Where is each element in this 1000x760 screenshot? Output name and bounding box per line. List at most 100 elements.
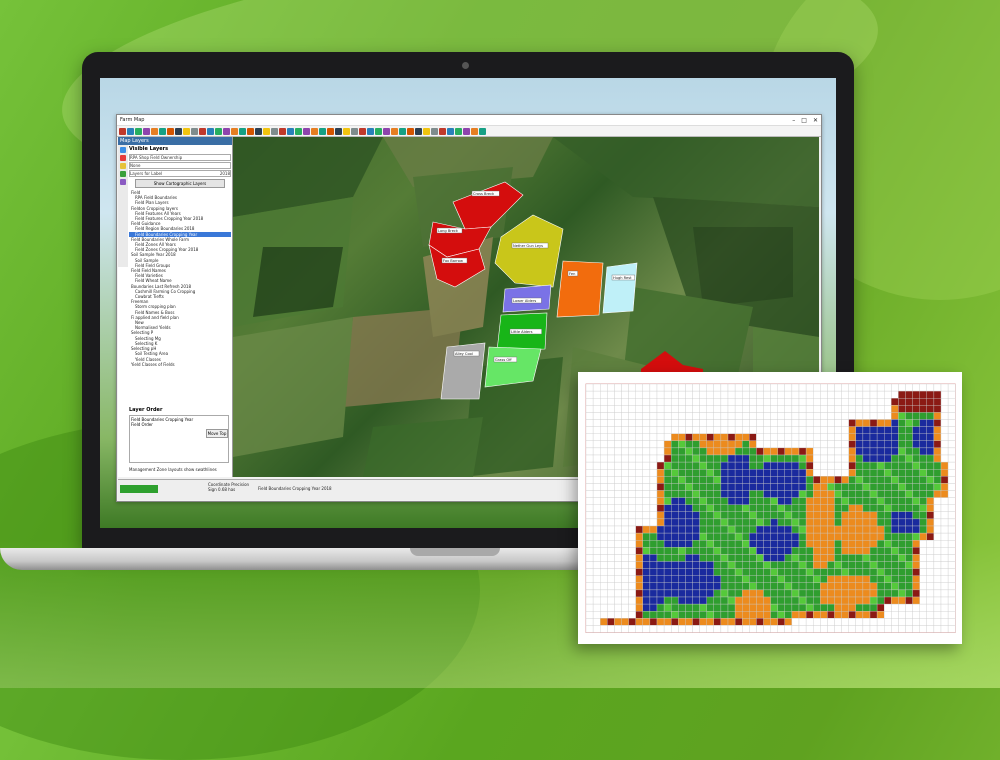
grid-cell — [912, 611, 920, 619]
grid-cell — [848, 554, 856, 562]
toolbar-tool-icon[interactable] — [319, 127, 326, 135]
grid-cell — [727, 589, 736, 598]
toolbar-tool-icon[interactable] — [311, 127, 318, 135]
toolbar-tool-icon[interactable] — [407, 127, 414, 135]
grid-cell — [947, 447, 956, 456]
toolbar-tool-icon[interactable] — [191, 127, 198, 135]
toolbar-tool-icon[interactable] — [183, 127, 190, 135]
toolbar-tool-icon[interactable] — [231, 127, 238, 135]
toolbar-tool-icon[interactable] — [159, 127, 166, 135]
toolbar-tool-icon[interactable] — [423, 127, 430, 135]
show-cartographic-layers-button[interactable]: Show Cartographic Layers — [135, 179, 225, 188]
layer-tree: Field RPA Field Boundaries Field Plan Laye… — [129, 190, 231, 367]
grid-cell — [813, 561, 821, 569]
move-top-button[interactable]: Move Top — [206, 429, 228, 438]
grid-cell — [933, 433, 942, 441]
grid-cell — [947, 440, 956, 449]
toolbar-tool-icon[interactable] — [167, 127, 174, 135]
settings-icon[interactable] — [120, 179, 126, 185]
grid-cell — [848, 603, 856, 612]
toolbar-tool-icon[interactable] — [463, 127, 470, 135]
toolbar-tool-icon[interactable] — [239, 127, 246, 135]
grid-cell — [592, 454, 601, 463]
grid-cell — [827, 461, 835, 470]
toolbar-tool-icon[interactable] — [143, 127, 150, 135]
toolbar-tool-icon[interactable] — [359, 127, 366, 135]
grid-cell — [891, 625, 899, 633]
toolbar-tool-icon[interactable] — [279, 127, 286, 135]
none-checkbox[interactable]: None — [129, 162, 231, 169]
toolbar-tool-icon[interactable] — [455, 127, 462, 135]
toolbar-tool-icon[interactable] — [431, 127, 438, 135]
field-polygon[interactable] — [602, 262, 638, 314]
toolbar-tool-icon[interactable] — [447, 127, 454, 135]
map-icon[interactable] — [120, 171, 126, 177]
toolbar-tool-icon[interactable] — [343, 127, 350, 135]
grid-cell — [841, 525, 849, 534]
toolbar-tool-icon[interactable] — [151, 127, 158, 135]
toolbar-tool-icon[interactable] — [383, 127, 390, 135]
toolbar-tool-icon[interactable] — [215, 127, 222, 135]
grid-cell — [947, 561, 956, 569]
toolbar-tool-icon[interactable] — [399, 127, 406, 135]
layer-order-list[interactable]: Field Boundaries Cropping Year Field Ord… — [129, 415, 229, 463]
grid-cell — [692, 490, 700, 498]
toolbar-tool-icon[interactable] — [175, 127, 182, 135]
toolbar-tool-icon[interactable] — [471, 127, 478, 135]
layer-selector[interactable]: RPA Shop Field Ownership — [129, 154, 231, 161]
toolbar-tool-icon[interactable] — [327, 127, 334, 135]
layer-tree-item[interactable]: Yield Classes of Fields — [129, 362, 231, 367]
toolbar-tool-icon[interactable] — [391, 127, 398, 135]
toolbar-tool-icon[interactable] — [247, 127, 254, 135]
grid-cell — [706, 497, 714, 505]
grid-cell — [834, 398, 842, 406]
toolbar-tool-icon[interactable] — [119, 127, 126, 135]
toolbar-tool-icon[interactable] — [351, 127, 358, 135]
toolbar-tool-icon[interactable] — [199, 127, 206, 135]
layers-for-label-field[interactable]: Layers for Label 2018 — [129, 170, 231, 177]
field-polygon[interactable] — [494, 214, 564, 288]
grid-cell — [791, 568, 800, 576]
toolbar-tool-icon[interactable] — [207, 127, 214, 135]
management-zone-checkbox[interactable]: Management Zone layouts show swathlines — [129, 467, 217, 472]
toolbar-tool-icon[interactable] — [375, 127, 382, 135]
toolbar-tool-icon[interactable] — [127, 127, 134, 135]
field-polygon[interactable] — [484, 346, 542, 388]
toolbar-tool-icon[interactable] — [295, 127, 302, 135]
toolbar-tool-icon[interactable] — [415, 127, 422, 135]
maximize-icon[interactable]: □ — [801, 117, 807, 124]
grid-cell — [777, 454, 785, 463]
draw-icon[interactable] — [120, 155, 126, 161]
minimize-icon[interactable]: – — [792, 117, 795, 124]
grid-cell — [742, 611, 750, 619]
toolbar-tool-icon[interactable] — [271, 127, 278, 135]
grid-cell — [678, 476, 686, 484]
close-icon[interactable]: ✕ — [813, 117, 818, 124]
toolbar-tool-icon[interactable] — [255, 127, 262, 135]
grid-cell — [884, 426, 892, 434]
grid-cell — [706, 603, 714, 612]
toolbar-tool-icon[interactable] — [479, 127, 486, 135]
layers-icon[interactable] — [120, 147, 126, 153]
grid-cell — [820, 497, 828, 505]
toolbar-tool-icon[interactable] — [223, 127, 230, 135]
label-icon[interactable] — [120, 163, 126, 169]
grid-cell — [770, 575, 778, 583]
grid-cell — [592, 611, 601, 619]
toolbar-tool-icon[interactable] — [303, 127, 310, 135]
grid-cell — [585, 511, 594, 520]
grid-cell — [635, 426, 643, 434]
toolbar-tool-icon[interactable] — [367, 127, 374, 135]
grid-cell — [933, 497, 942, 505]
toolbar-tool-icon[interactable] — [335, 127, 342, 135]
toolbar-tool-icon[interactable] — [287, 127, 294, 135]
layer-order-item[interactable]: Field Order — [131, 422, 227, 427]
grid-cell — [671, 540, 679, 548]
toolbar-tool-icon[interactable] — [135, 127, 142, 135]
grid-cell — [891, 490, 899, 498]
grid-cell — [841, 561, 849, 569]
toolbar-tool-icon[interactable] — [439, 127, 446, 135]
grid-cell — [940, 625, 949, 633]
field-polygon[interactable] — [556, 260, 604, 318]
toolbar-tool-icon[interactable] — [263, 127, 270, 135]
